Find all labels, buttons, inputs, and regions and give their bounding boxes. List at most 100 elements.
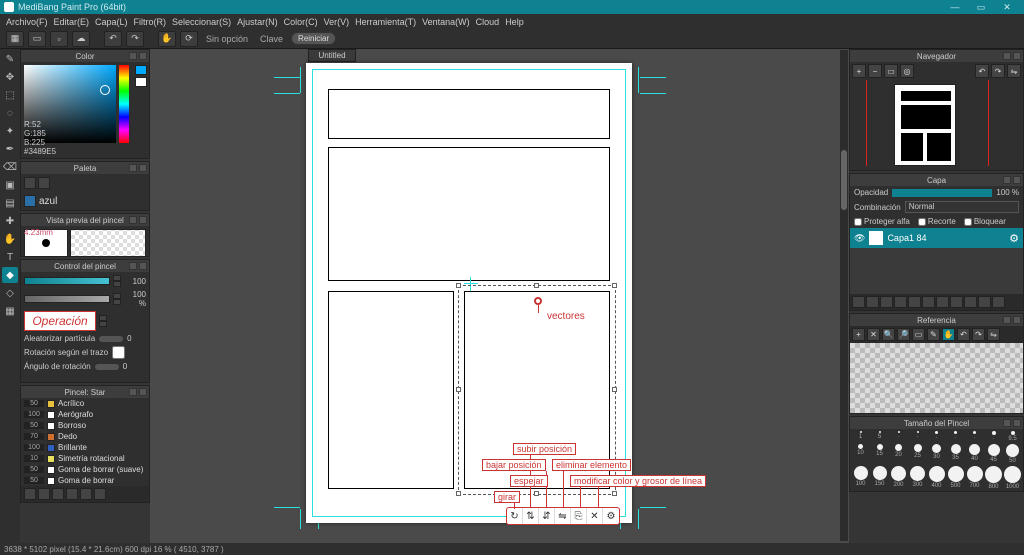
brush-size-dot[interactable]: 100: [852, 466, 869, 490]
ref-hand-icon[interactable]: ✋: [942, 328, 955, 341]
xform-raise-icon[interactable]: ⇅: [523, 508, 539, 524]
brush-size-dot[interactable]: ·: [928, 431, 945, 442]
menu-filtro[interactable]: Filtro(R): [134, 17, 167, 27]
ref-zoom-out-icon[interactable]: 🔎: [897, 328, 910, 341]
ref-fit-icon[interactable]: ▭: [912, 328, 925, 341]
nav-100-icon[interactable]: ◎: [900, 64, 914, 78]
layer-folder-icon[interactable]: [908, 296, 921, 308]
tool-rot-icon[interactable]: ⟳: [180, 31, 198, 47]
brush-size-dot[interactable]: ·: [947, 431, 964, 442]
panel-close-icon[interactable]: [1013, 316, 1021, 324]
panel-close-icon[interactable]: [139, 216, 147, 224]
layer-row[interactable]: 👁 Capa1 84 ⚙: [850, 228, 1023, 248]
menu-editar[interactable]: Editar(E): [54, 17, 90, 27]
selection-handle[interactable]: [456, 491, 461, 496]
xform-delete-icon[interactable]: ✕: [587, 508, 603, 524]
brush-list-row[interactable]: 50Goma de borrar: [21, 475, 149, 486]
panel-pop-icon[interactable]: [129, 164, 137, 172]
nav-rot-left-icon[interactable]: ↶: [975, 64, 989, 78]
brush-size-dot[interactable]: ·: [890, 431, 907, 442]
tool-wand-icon[interactable]: ✦: [2, 123, 18, 139]
xform-settings-icon[interactable]: ⚙: [603, 508, 619, 524]
nav-rot-right-icon[interactable]: ↷: [991, 64, 1005, 78]
nav-thumbnail[interactable]: [894, 84, 956, 166]
tool-move-icon[interactable]: ✥: [2, 69, 18, 85]
brush-size-dot[interactable]: 200: [890, 466, 907, 490]
step-down-icon[interactable]: [113, 299, 121, 305]
menu-capa[interactable]: Capa(L): [95, 17, 128, 27]
panel-pop-icon[interactable]: [1003, 176, 1011, 184]
reset-button[interactable]: Reiniciar: [291, 32, 336, 45]
tool-text-icon[interactable]: T: [2, 249, 18, 265]
menu-ajustar[interactable]: Ajustar(N): [237, 17, 278, 27]
panel-close-icon[interactable]: [139, 164, 147, 172]
selection-handle[interactable]: [456, 283, 461, 288]
brush-list-row[interactable]: 10Simetría rotacional: [21, 453, 149, 464]
brush-size-dot[interactable]: 800: [985, 466, 1002, 490]
panel-close-icon[interactable]: [1013, 419, 1021, 427]
nav-flip-icon[interactable]: ⇋: [1007, 64, 1021, 78]
reference-area[interactable]: [850, 343, 1023, 413]
tool-brush-icon[interactable]: ✎: [2, 51, 18, 67]
step-down-icon[interactable]: [99, 321, 107, 327]
panel-pop-icon[interactable]: [129, 262, 137, 270]
brush-size-dot[interactable]: ·: [966, 431, 983, 442]
brush-size-slider[interactable]: [24, 277, 110, 285]
brush-list-row[interactable]: 100Aerógrafo: [21, 409, 149, 420]
tool-cloud-icon[interactable]: ☁: [72, 31, 90, 47]
layer-dup-icon[interactable]: [936, 296, 949, 308]
menu-ver[interactable]: Ver(V): [324, 17, 350, 27]
brush-size-dot[interactable]: 50: [1004, 444, 1021, 464]
panel-close-icon[interactable]: [139, 262, 147, 270]
brush-size-dot[interactable]: 9.5: [1004, 431, 1021, 442]
tool-hand2-icon[interactable]: ✋: [2, 231, 18, 247]
brush-size-dot[interactable]: 25: [909, 444, 926, 464]
selection-handle[interactable]: [612, 283, 617, 288]
palette-grid-icon[interactable]: [24, 177, 36, 189]
panel-pop-icon[interactable]: [1003, 316, 1011, 324]
panel-pop-icon[interactable]: [129, 388, 137, 396]
ref-zoom-in-icon[interactable]: 🔍: [882, 328, 895, 341]
brush-size-dot[interactable]: 35: [947, 444, 964, 464]
ref-remove-icon[interactable]: ✕: [867, 328, 880, 341]
brush-list-row[interactable]: 100Brillante: [21, 442, 149, 453]
sv-cursor[interactable]: [100, 85, 110, 95]
tool-new-icon[interactable]: ▦: [6, 31, 24, 47]
vertical-scrollbar[interactable]: [840, 50, 848, 541]
tool-hand-icon[interactable]: ✋: [158, 31, 176, 47]
brush-size-dot[interactable]: 20: [890, 444, 907, 464]
tool-eyedrop-icon[interactable]: ✚: [2, 213, 18, 229]
tool-undo-icon[interactable]: ↶: [104, 31, 122, 47]
brush-opacity-slider[interactable]: [24, 295, 110, 303]
layer-down-icon[interactable]: [978, 296, 991, 308]
brush-size-dot[interactable]: 10: [852, 444, 869, 464]
brush-size-dot[interactable]: 45: [985, 444, 1002, 464]
tool-operation-icon[interactable]: ◆: [2, 267, 18, 283]
brush-size-dot[interactable]: 700: [966, 466, 983, 490]
selection-handle[interactable]: [534, 491, 539, 496]
xform-mirror-icon[interactable]: ⇋: [555, 508, 571, 524]
tool-erase-icon[interactable]: ⌫: [2, 159, 18, 175]
tool-pen-icon[interactable]: ✒: [2, 141, 18, 157]
panel-pop-icon[interactable]: [129, 52, 137, 60]
palette-list-icon[interactable]: [38, 177, 50, 189]
layer-add-color-icon[interactable]: [866, 296, 879, 308]
window-minimize[interactable]: —: [942, 2, 968, 12]
layer-trash-icon[interactable]: [992, 296, 1005, 308]
tool-rect-select-icon[interactable]: ⬚: [2, 87, 18, 103]
brush-size-dot[interactable]: 1000: [1004, 466, 1021, 490]
brush-dup-icon[interactable]: [66, 488, 78, 500]
nav-zoom-in-icon[interactable]: +: [852, 64, 866, 78]
selection-handle[interactable]: [612, 387, 617, 392]
layer-clip-icon[interactable]: [922, 296, 935, 308]
menu-seleccionar[interactable]: Seleccionar(S): [172, 17, 231, 27]
tool-panel-icon[interactable]: ▦: [2, 303, 18, 319]
document-tab[interactable]: Untitled: [308, 49, 356, 62]
fg-swatch[interactable]: [135, 65, 147, 75]
tool-open-icon[interactable]: ▭: [28, 31, 46, 47]
step-down-icon[interactable]: [113, 281, 121, 287]
menu-ventana[interactable]: Ventana(W): [422, 17, 470, 27]
ref-rot-right-icon[interactable]: ↷: [972, 328, 985, 341]
window-maximize[interactable]: ▭: [968, 2, 994, 13]
ref-add-icon[interactable]: +: [852, 328, 865, 341]
